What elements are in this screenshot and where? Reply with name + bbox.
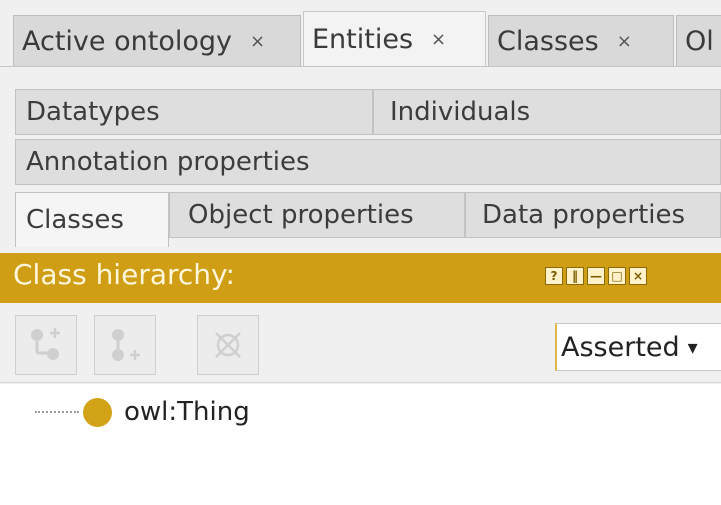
tab-datatypes[interactable]: Datatypes (15, 89, 373, 135)
tab-classes-sub[interactable]: Classes (15, 192, 169, 247)
split-horizontal-button[interactable]: — (587, 267, 605, 285)
add-subclass-icon (31, 328, 60, 360)
maximize-button[interactable]: □ (608, 267, 626, 285)
help-icon: ? (550, 269, 558, 283)
add-sibling-class-button[interactable] (94, 315, 156, 375)
hierarchy-mode-select[interactable]: Asserted ▾ (555, 323, 721, 371)
tab-label: Object properties (188, 200, 414, 230)
tab-individuals[interactable]: Individuals (373, 89, 721, 135)
close-icon[interactable]: × (617, 31, 632, 52)
close-icon: × (632, 269, 644, 283)
hierarchy-mode-value: Asserted (561, 331, 680, 363)
split-vertical-button[interactable]: ‖ (566, 267, 584, 285)
tab-object-properties[interactable]: Object properties (169, 192, 465, 238)
add-subclass-button[interactable] (15, 315, 77, 375)
tab-active-ontology[interactable]: Active ontology × (13, 15, 301, 66)
close-icon[interactable]: × (431, 29, 446, 50)
tab-classes[interactable]: Classes × (488, 15, 674, 66)
class-icon (83, 397, 112, 427)
tab-label: Datatypes (26, 97, 160, 127)
tree-node-label[interactable]: owl:Thing (124, 397, 250, 427)
tab-label: Classes (26, 205, 124, 235)
delete-class-button[interactable] (197, 315, 259, 375)
chevron-down-icon: ▾ (687, 335, 698, 359)
split-vertical-icon: ‖ (572, 269, 578, 283)
tab-annotation-properties[interactable]: Annotation properties (15, 139, 721, 185)
tab-data-properties[interactable]: Data properties (465, 192, 721, 238)
split-horizontal-icon: — (590, 269, 602, 283)
add-sibling-class-icon (112, 329, 140, 361)
delete-class-icon (215, 332, 241, 358)
class-hierarchy-title: Class hierarchy: (13, 258, 235, 291)
maximize-icon: □ (611, 269, 623, 283)
close-icon[interactable]: × (250, 31, 265, 52)
tree-connector (35, 411, 79, 413)
close-view-button[interactable]: × (629, 267, 647, 285)
tab-label: Data properties (482, 200, 686, 230)
tab-label: Annotation properties (26, 147, 310, 177)
tab-entities[interactable]: Entities × (303, 11, 486, 66)
tab-object-properties-partial[interactable]: Ol (676, 15, 721, 66)
tab-label: Individuals (390, 97, 531, 127)
tab-label: Classes (497, 25, 599, 57)
tab-label: Active ontology (22, 25, 232, 57)
tree-node-owl-thing[interactable]: owl:Thing (35, 397, 250, 427)
tab-label: Ol (685, 25, 714, 57)
tab-label: Entities (312, 23, 414, 55)
help-button[interactable]: ? (545, 267, 563, 285)
